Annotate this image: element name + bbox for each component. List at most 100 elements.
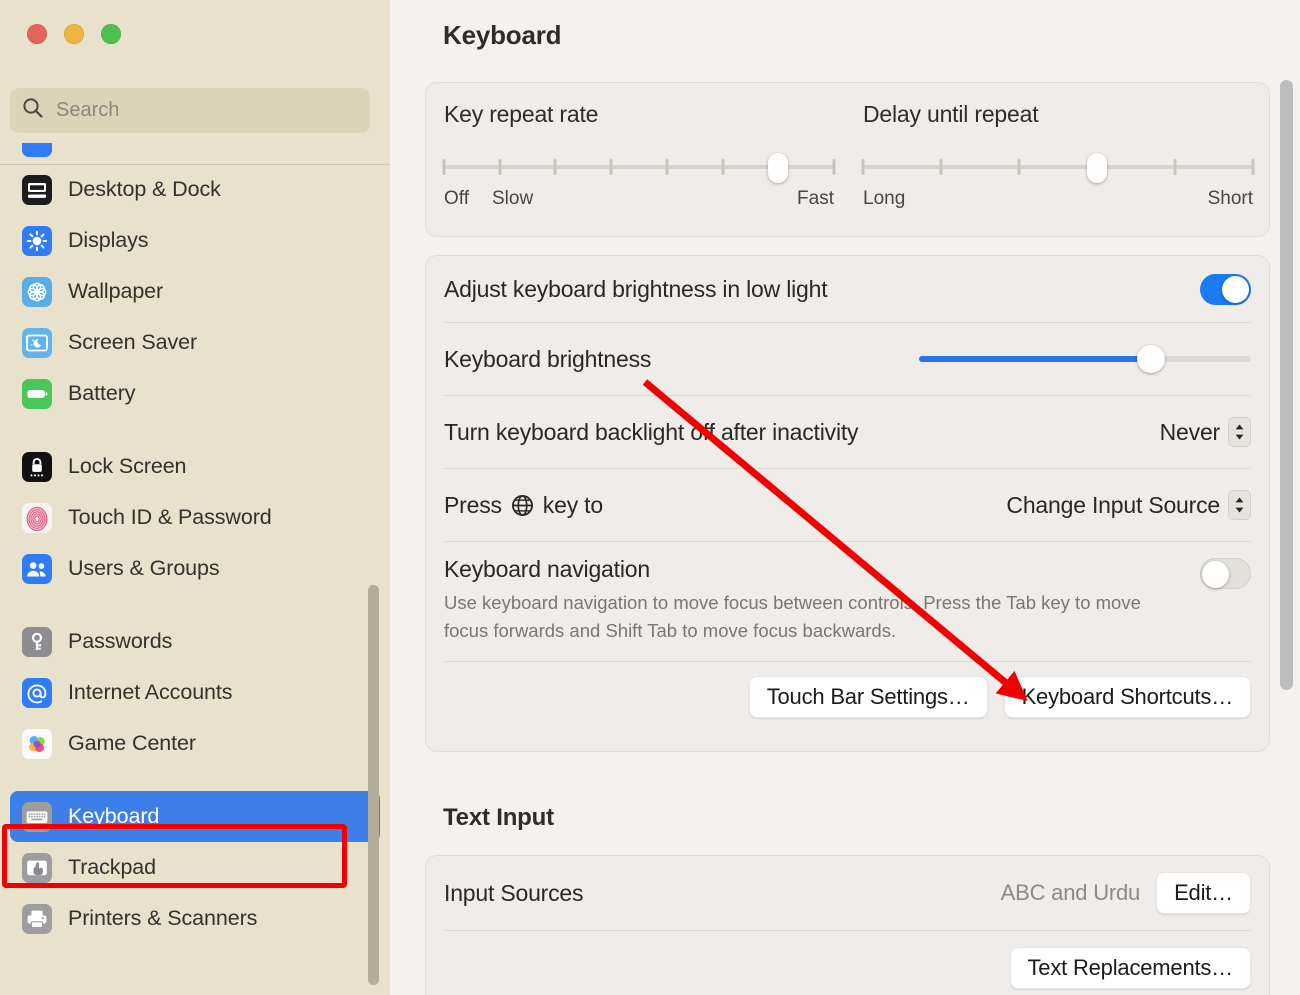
passwords-icon — [22, 626, 52, 657]
toggle-knob — [1202, 561, 1229, 588]
text-input-heading: Text Input — [443, 804, 554, 831]
delay-repeat-max-label: Short — [1207, 188, 1253, 209]
close-button[interactable] — [27, 24, 47, 44]
globe-key-label: Press key to — [444, 492, 603, 519]
keyboard-card-button-row: Touch Bar Settings… Keyboard Shortcuts… — [426, 662, 1269, 734]
edit-input-sources-button[interactable]: Edit… — [1156, 872, 1251, 914]
key-repeat-label: Key repeat rate — [444, 101, 599, 127]
delay-repeat-slider-group: Delay until repeat Long Short — [861, 101, 1255, 210]
sidebar-item-lock-screen[interactable]: Lock Screen — [10, 441, 380, 492]
sidebar-item-label: Game Center — [68, 731, 196, 755]
sidebar-item-label: Passwords — [68, 629, 173, 653]
input-sources-value: ABC and Urdu — [1000, 880, 1141, 905]
backlight-off-label: Turn keyboard backlight off after inacti… — [444, 418, 859, 445]
keyboard-navigation-description: Use keyboard navigation to move focus be… — [444, 592, 1141, 641]
slider-tick — [498, 159, 502, 175]
zoom-button[interactable] — [101, 24, 121, 44]
keyboard-brightness-card: Adjust keyboard brightness in low light … — [425, 255, 1270, 752]
key-repeat-slider[interactable] — [442, 152, 836, 183]
auto-brightness-row: Adjust keyboard brightness in low light — [426, 256, 1269, 322]
keyboard-navigation-block: Keyboard navigation Use keyboard navigat… — [426, 542, 1269, 661]
search-input[interactable] — [56, 99, 346, 122]
sidebar-item-label: Screen Saver — [68, 330, 198, 354]
sidebar-item-label: Wallpaper — [68, 279, 164, 303]
toggle-knob — [1222, 275, 1249, 303]
printers-scanners-icon — [22, 903, 52, 934]
touch-bar-settings-button[interactable]: Touch Bar Settings… — [748, 676, 988, 718]
key-repeat-slow-label: Slow — [492, 188, 534, 209]
sidebar-item-label: Desktop & Dock — [68, 177, 221, 201]
touch-id-icon — [22, 502, 52, 533]
globe-icon — [511, 494, 534, 517]
delay-repeat-label: Delay until repeat — [863, 101, 1039, 127]
slider-tick — [1017, 159, 1021, 175]
text-replacements-button[interactable]: Text Replacements… — [1009, 947, 1251, 989]
keyboard-brightness-slider[interactable] — [919, 345, 1251, 373]
screen-saver-icon — [22, 327, 52, 358]
slider-thumb[interactable] — [768, 153, 789, 183]
input-sources-row: Input Sources ABC and Urdu Edit… — [426, 856, 1269, 930]
sidebar-item-screen-saver[interactable]: Screen Saver — [10, 317, 380, 368]
slider-tick — [861, 159, 865, 175]
sidebar-item-printers-scanners[interactable]: Printers & Scanners — [10, 893, 380, 944]
auto-brightness-toggle[interactable] — [1200, 273, 1251, 305]
search-field[interactable] — [10, 88, 370, 133]
slider-tick — [1173, 159, 1177, 175]
keyboard-brightness-label: Keyboard brightness — [444, 345, 652, 372]
users-groups-icon — [22, 553, 52, 584]
backlight-off-row: Turn keyboard backlight off after inacti… — [426, 396, 1269, 468]
sidebar-item-game-center[interactable]: Game Center — [10, 718, 380, 769]
slider-tick — [609, 159, 613, 175]
sidebar-item-battery[interactable]: Battery — [10, 368, 380, 419]
auto-brightness-label: Adjust keyboard brightness in low light — [444, 275, 828, 302]
sidebar-item-passwords[interactable]: Passwords — [10, 616, 380, 667]
keyboard-brightness-row: Keyboard brightness — [426, 323, 1269, 395]
sidebar-item-label: Displays — [68, 228, 149, 252]
clipped-icon — [22, 143, 52, 157]
backlight-off-popup[interactable]: Never — [1160, 417, 1251, 447]
slider-track — [863, 165, 1253, 169]
slider-thumb[interactable] — [1137, 345, 1166, 373]
keyboard-shortcuts-button[interactable]: Keyboard Shortcuts… — [1003, 676, 1251, 718]
minimize-button[interactable] — [64, 24, 84, 44]
sidebar-item-users-groups[interactable]: Users & Groups — [10, 543, 380, 594]
chevron-updown-icon[interactable] — [1228, 490, 1251, 520]
input-sources-label: Input Sources — [444, 879, 584, 906]
sidebar-item-displays[interactable]: Displays — [10, 215, 380, 266]
text-input-card: Input Sources ABC and Urdu Edit… Text Re… — [425, 855, 1270, 995]
slider-thumb[interactable] — [1087, 153, 1107, 183]
chevron-updown-icon[interactable] — [1228, 417, 1251, 447]
keyboard-navigation-toggle[interactable] — [1200, 558, 1251, 589]
key-repeat-min-label: Off — [444, 188, 469, 209]
displays-icon — [22, 225, 52, 256]
window-controls — [27, 24, 121, 44]
sidebar-clipped-item[interactable] — [0, 143, 390, 164]
globe-key-label-before: Press — [444, 491, 502, 518]
globe-key-label-after: key to — [542, 491, 603, 518]
sidebar-item-wallpaper[interactable]: Wallpaper — [10, 266, 380, 317]
sidebar-item-internet-accounts[interactable]: Internet Accounts — [10, 667, 380, 718]
internet-accounts-icon — [22, 677, 52, 708]
key-repeat-scale-labels: Off Slow Fast — [444, 188, 834, 210]
sidebar-item-label: Internet Accounts — [68, 680, 233, 704]
sidebar-item-desktop-dock[interactable]: Desktop & Dock — [10, 164, 380, 215]
key-repeat-card: Key repeat rate Off Slow Fast Delay unti… — [425, 82, 1270, 237]
globe-key-popup[interactable]: Change Input Source — [1006, 490, 1251, 520]
battery-icon — [22, 378, 52, 409]
slider-tick — [832, 159, 836, 175]
delay-repeat-slider[interactable] — [861, 152, 1255, 183]
key-repeat-max-label: Fast — [797, 188, 834, 209]
main-content: Keyboard Key repeat rate Off Slow Fast D… — [390, 0, 1300, 995]
page-title: Keyboard — [443, 20, 562, 50]
main-scrollbar[interactable] — [1280, 80, 1293, 690]
sidebar-item-label: Printers & Scanners — [68, 906, 258, 930]
lock-screen-icon — [22, 451, 52, 482]
annotation-highlight-box — [2, 824, 347, 888]
sidebar-item-label: Lock Screen — [68, 454, 187, 478]
slider-tick — [442, 159, 446, 175]
sidebar-item-touch-id-password[interactable]: Touch ID & Password — [10, 492, 380, 543]
sidebar-scrollbar[interactable] — [368, 585, 379, 985]
system-settings-window: Desktop & Dock Displays Wallpaper Screen Sa… — [0, 0, 1300, 995]
